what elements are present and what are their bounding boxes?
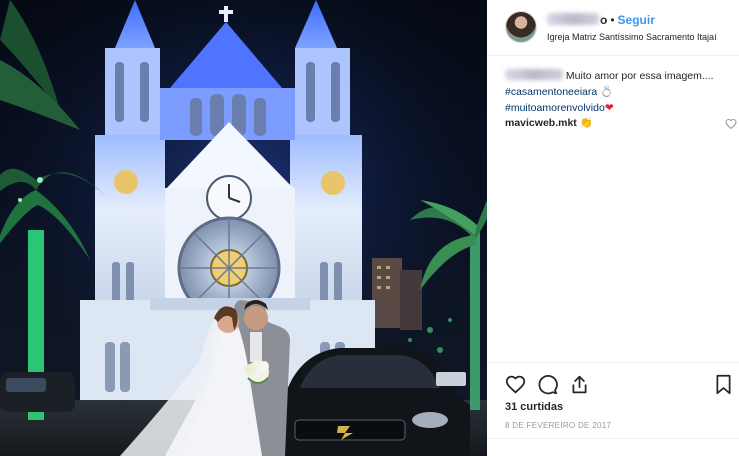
follow-button[interactable]: Seguir bbox=[618, 13, 655, 27]
ring-emoji: 💍 bbox=[600, 86, 614, 98]
action-bar bbox=[505, 374, 733, 396]
separator-dot: • bbox=[610, 13, 615, 27]
username-text[interactable]: o bbox=[600, 13, 607, 27]
caption-line-3: #muitoamorenvolvido❤ bbox=[505, 100, 733, 116]
hashtag-link-1[interactable]: #casamentoneeiara bbox=[505, 86, 597, 98]
divider bbox=[487, 362, 739, 363]
heart-icon[interactable] bbox=[505, 374, 526, 395]
post-date: 8 DE FEVEREIRO DE 2017 bbox=[505, 421, 612, 430]
caption-text: Muito amor por essa imagem.... bbox=[565, 70, 714, 82]
share-icon[interactable] bbox=[569, 374, 590, 395]
comment-like-heart-icon[interactable] bbox=[725, 118, 737, 130]
post-header: o • Seguir Igreja Matriz Santíssimo Sacram… bbox=[487, 0, 739, 56]
comment-username[interactable]: mavicweb.mkt bbox=[505, 117, 577, 129]
comment-icon[interactable] bbox=[537, 374, 558, 395]
post-caption: Muito amor por essa imagem.... #casament… bbox=[505, 68, 733, 116]
location-link[interactable]: Igreja Matriz Santíssimo Sacramento Itaj… bbox=[547, 32, 717, 42]
likes-count[interactable]: 31 curtidas bbox=[505, 401, 563, 413]
header-user-line: o • Seguir bbox=[547, 13, 655, 27]
post-sidebar: o • Seguir Igreja Matriz Santíssimo Sacram… bbox=[487, 0, 739, 456]
avatar[interactable] bbox=[505, 11, 537, 43]
blurred-username[interactable] bbox=[547, 13, 599, 25]
comment-item: mavicweb.mkt 👏 bbox=[505, 116, 593, 129]
post-photo[interactable] bbox=[0, 0, 487, 456]
hashtag-link-2[interactable]: #muitoamorenvolvido bbox=[505, 102, 605, 114]
wedding-church-image bbox=[0, 0, 487, 456]
caption-line-1: Muito amor por essa imagem.... bbox=[505, 68, 733, 84]
bookmark-icon[interactable] bbox=[713, 374, 734, 395]
heart-emoji: ❤ bbox=[604, 102, 614, 114]
comment-text: 👏 bbox=[579, 117, 593, 129]
blurred-caption-username[interactable] bbox=[505, 69, 563, 80]
divider bbox=[487, 438, 739, 439]
caption-line-2: #casamentoneeiara 💍 bbox=[505, 84, 733, 100]
